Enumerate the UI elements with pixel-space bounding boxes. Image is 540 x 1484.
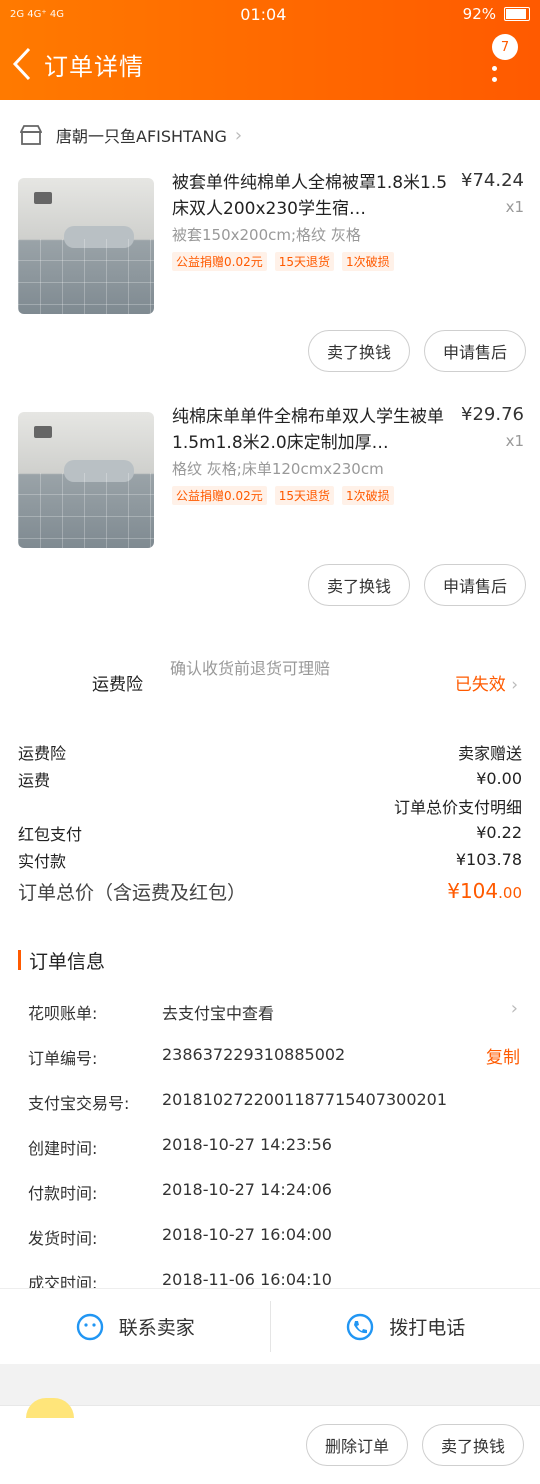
info-row: 支付宝交易号: 2018102722001187715407300201 — [28, 1090, 448, 1113]
phone-icon — [347, 1313, 374, 1340]
product-image[interactable] — [18, 178, 154, 314]
chat-icon — [76, 1313, 103, 1340]
signal-indicator: 2G 4G⁺ 4G — [10, 8, 64, 20]
service-tags: 公益捐赠0.02元 15天退货 1次破损 — [172, 486, 394, 505]
bottom-actions: 删除订单 卖了换钱 — [305, 1424, 524, 1466]
after-sale-button[interactable]: 申请售后 — [423, 330, 526, 372]
fee-summary: 运费险 卖家赠送 运费 ¥0.00 订单总价支付明细 红包支付 ¥0.22 实付款 ¥1… — [0, 738, 540, 909]
service-tags: 公益捐赠0.02元 15天退货 1次破损 — [172, 252, 394, 271]
chevron-left-icon — [12, 47, 31, 81]
tag: 15天退货 — [274, 252, 335, 271]
sell-button[interactable]: 卖了换钱 — [307, 564, 410, 606]
info-row: 订单编号: 238637229310885002 复制 — [28, 1043, 520, 1068]
product-spec: 格纹 灰格;床单120cmx230cm — [172, 460, 384, 478]
info-row: 付款时间: 2018-10-27 14:24:06 — [28, 1180, 332, 1203]
product-price: ¥29.76 — [461, 404, 524, 425]
freight-desc: 确认收货前退货可理赔 — [170, 659, 331, 678]
fee-row: 实付款 ¥103.78 — [18, 850, 522, 871]
product-spec: 被套150x200cm;格纹 灰格 — [172, 226, 361, 244]
contact-bar: 联系卖家 拨打电话 — [0, 1288, 540, 1364]
product-price: ¥74.24 — [461, 170, 524, 191]
product-qty: x1 — [505, 198, 524, 216]
order-total: 订单总价（含运费及红包） ¥104.00 — [18, 879, 522, 904]
shop-row[interactable]: 唐朝一只鱼AFISHTANG › — [0, 100, 540, 170]
info-row: 发货时间: 2018-10-27 16:04:00 — [28, 1225, 332, 1248]
freight-label: 运费险 — [92, 675, 143, 695]
clock: 01:04 — [240, 4, 287, 24]
product-name: 被套单件纯棉单人全棉被罩1.8米1.5床双人200x230学生宿… — [172, 173, 448, 219]
bottom-action-bar: 删除订单 卖了换钱 — [0, 1398, 540, 1484]
freight-insurance-row[interactable]: 运费险 确认收货前退货可理赔 已失效 › — [0, 638, 540, 738]
more-button[interactable]: 7 — [480, 32, 520, 92]
fee-row: 红包支付 ¥0.22 — [18, 823, 522, 844]
item-actions: 卖了换钱 申请售后 — [307, 330, 526, 372]
freight-status: 已失效 › — [454, 675, 518, 695]
tag: 公益捐赠0.02元 — [172, 252, 267, 271]
product-item[interactable]: 被套单件纯棉单人全棉被罩1.8米1.5床双人200x230学生宿… ¥74.24… — [0, 170, 540, 404]
call-button[interactable]: 拨打电话 — [271, 1289, 540, 1364]
sell-button[interactable]: 卖了换钱 — [307, 330, 410, 372]
tag: 1次破损 — [342, 252, 394, 271]
status-bar: 2G 4G⁺ 4G 01:04 92% — [0, 0, 540, 28]
item-actions: 卖了换钱 申请售后 — [307, 564, 526, 606]
tag: 1次破损 — [342, 486, 394, 505]
info-row: 创建时间: 2018-10-27 14:23:56 — [28, 1135, 332, 1158]
fee-row: 运费 ¥0.00 — [18, 769, 522, 790]
payment-detail-link[interactable]: 订单总价支付明细 — [18, 792, 522, 819]
tag: 15天退货 — [274, 486, 335, 505]
product-name: 纯棉床单单件全棉布单双人学生被单1.5m1.8米2.0床定制加厚… — [172, 407, 444, 453]
shop-icon — [20, 125, 42, 145]
info-row[interactable]: 花呗账单: 去支付宝中查看 › — [0, 990, 540, 1035]
battery-percent: 92% — [462, 5, 496, 23]
order-card: 唐朝一只鱼AFISHTANG › 被套单件纯棉单人全棉被罩1.8米1.5床双人2… — [0, 100, 540, 931]
notification-badge: 7 — [492, 34, 518, 60]
product-item[interactable]: 纯棉床单单件全棉布单双人学生被单1.5m1.8米2.0床定制加厚… ¥29.76… — [0, 404, 540, 638]
more-dots-icon — [492, 66, 498, 88]
copy-button[interactable]: 复制 — [486, 1043, 520, 1068]
fee-row: 运费险 卖家赠送 — [18, 743, 522, 763]
chevron-right-icon: › — [510, 998, 518, 1019]
product-image[interactable] — [18, 412, 154, 548]
shop-name: 唐朝一只鱼AFISHTANG — [56, 127, 227, 146]
avatar — [26, 1398, 74, 1418]
back-button[interactable] — [8, 44, 36, 84]
after-sale-button[interactable]: 申请售后 — [423, 564, 526, 606]
page-title: 订单详情 — [44, 52, 144, 81]
contact-seller-button[interactable]: 联系卖家 — [0, 1289, 270, 1364]
sell-button[interactable]: 卖了换钱 — [421, 1424, 524, 1466]
status-right: 92% — [463, 5, 530, 23]
order-info: 订单信息 花呗账单: 去支付宝中查看 › 订单编号: 2386372293108850… — [0, 930, 540, 1293]
product-qty: x1 — [505, 432, 524, 450]
battery-icon — [504, 7, 530, 21]
section-title: 订单信息 — [0, 930, 540, 990]
header: 订单详情 7 — [0, 28, 540, 100]
delete-order-button[interactable]: 删除订单 — [305, 1424, 408, 1466]
tag: 公益捐赠0.02元 — [172, 486, 267, 505]
chevron-right-icon: › — [234, 124, 243, 146]
top-bar: 2G 4G⁺ 4G 01:04 92% 订单详情 7 — [0, 0, 540, 100]
